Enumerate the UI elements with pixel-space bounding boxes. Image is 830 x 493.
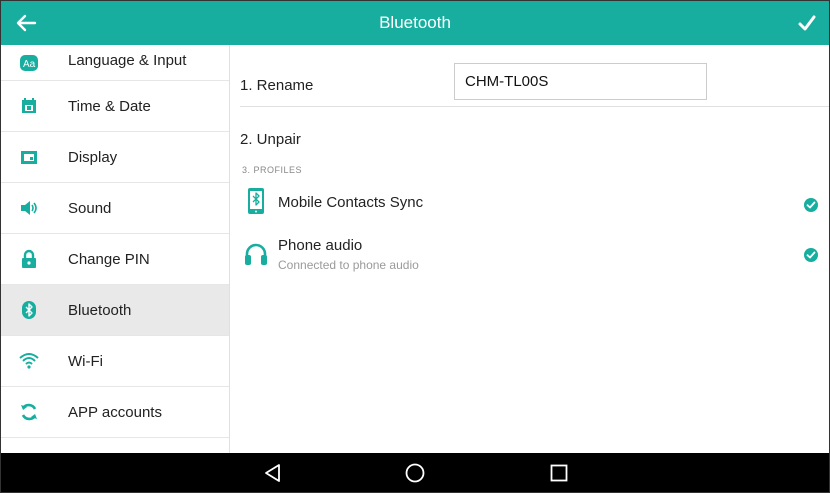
sidebar-item-label: Display: [68, 149, 118, 166]
check-circle-icon: [804, 248, 818, 262]
sidebar-item-app-accounts[interactable]: APP accounts: [1, 387, 229, 438]
back-triangle-icon: [265, 464, 280, 482]
lock-icon: [22, 249, 36, 268]
profile-mobile-contacts-sync[interactable]: Mobile Contacts Sync: [240, 185, 829, 225]
profile-title: Mobile Contacts Sync: [278, 194, 424, 211]
sidebar-item-label: Wi-Fi: [68, 353, 103, 370]
checkmark-icon: [798, 15, 816, 31]
bluetooth-detail-panel: 1. Rename CHM-TL00S 2. Unpair 3. PROFILE…: [230, 45, 829, 453]
profile-phone-audio[interactable]: Phone audio Connected to phone audio: [240, 233, 829, 279]
sidebar-item-language-input[interactable]: Aa Language & Input: [1, 45, 229, 81]
rename-row: 1. Rename CHM-TL00S: [240, 45, 829, 107]
sidebar-item-label: Bluetooth: [68, 302, 132, 319]
page-title: Bluetooth: [379, 13, 451, 32]
sidebar-item-display[interactable]: Display: [1, 132, 229, 183]
sidebar-item-time-date[interactable]: Time & Date: [1, 81, 229, 132]
nav-recent-button[interactable]: [546, 460, 572, 486]
profile-title: Phone audio: [278, 237, 363, 254]
unpair-label: 2. Unpair: [240, 131, 301, 148]
calendar-icon: [22, 98, 36, 113]
sidebar-item-wifi[interactable]: Wi-Fi: [1, 336, 229, 387]
phone-bluetooth-icon: [248, 188, 264, 214]
svg-text:Aa: Aa: [23, 59, 36, 70]
title-bar: Bluetooth: [1, 1, 829, 45]
sidebar-item-label: Time & Date: [68, 98, 151, 115]
rename-input[interactable]: CHM-TL00S: [454, 63, 707, 100]
profile-status: Connected to phone audio: [278, 258, 419, 272]
speaker-icon: [21, 201, 37, 215]
sidebar-item-label: Language & Input: [68, 52, 187, 69]
sidebar-item-label: Change PIN: [68, 251, 150, 268]
nav-back-button[interactable]: [260, 460, 286, 486]
home-circle-icon: [405, 463, 425, 483]
android-nav-bar: [1, 453, 829, 492]
sidebar-item-change-pin[interactable]: Change PIN: [1, 234, 229, 285]
sync-icon: [21, 403, 37, 421]
sidebar-item-bluetooth[interactable]: Bluetooth: [1, 285, 229, 336]
sidebar-item-label: Sound: [68, 200, 112, 217]
check-circle-icon: [804, 198, 818, 212]
headphones-icon: [245, 243, 267, 265]
confirm-button[interactable]: [793, 9, 821, 37]
language-icon: Aa: [20, 55, 38, 71]
sidebar-item-label: APP accounts: [68, 404, 162, 421]
nav-home-button[interactable]: [402, 460, 428, 486]
display-icon: [21, 151, 37, 164]
wifi-icon: [19, 353, 39, 369]
sidebar-item-sound[interactable]: Sound: [1, 183, 229, 234]
profiles-section-header: 3. PROFILES: [242, 165, 303, 175]
recent-square-icon: [550, 464, 568, 482]
bluetooth-icon: [22, 301, 36, 319]
rename-label: 1. Rename: [240, 77, 314, 94]
settings-sidebar: Aa Language & Input Time & Date Display: [1, 45, 230, 453]
screen: Bluetooth Aa Language & Input Time & Dat…: [0, 0, 830, 493]
unpair-row[interactable]: 2. Unpair: [240, 107, 829, 159]
